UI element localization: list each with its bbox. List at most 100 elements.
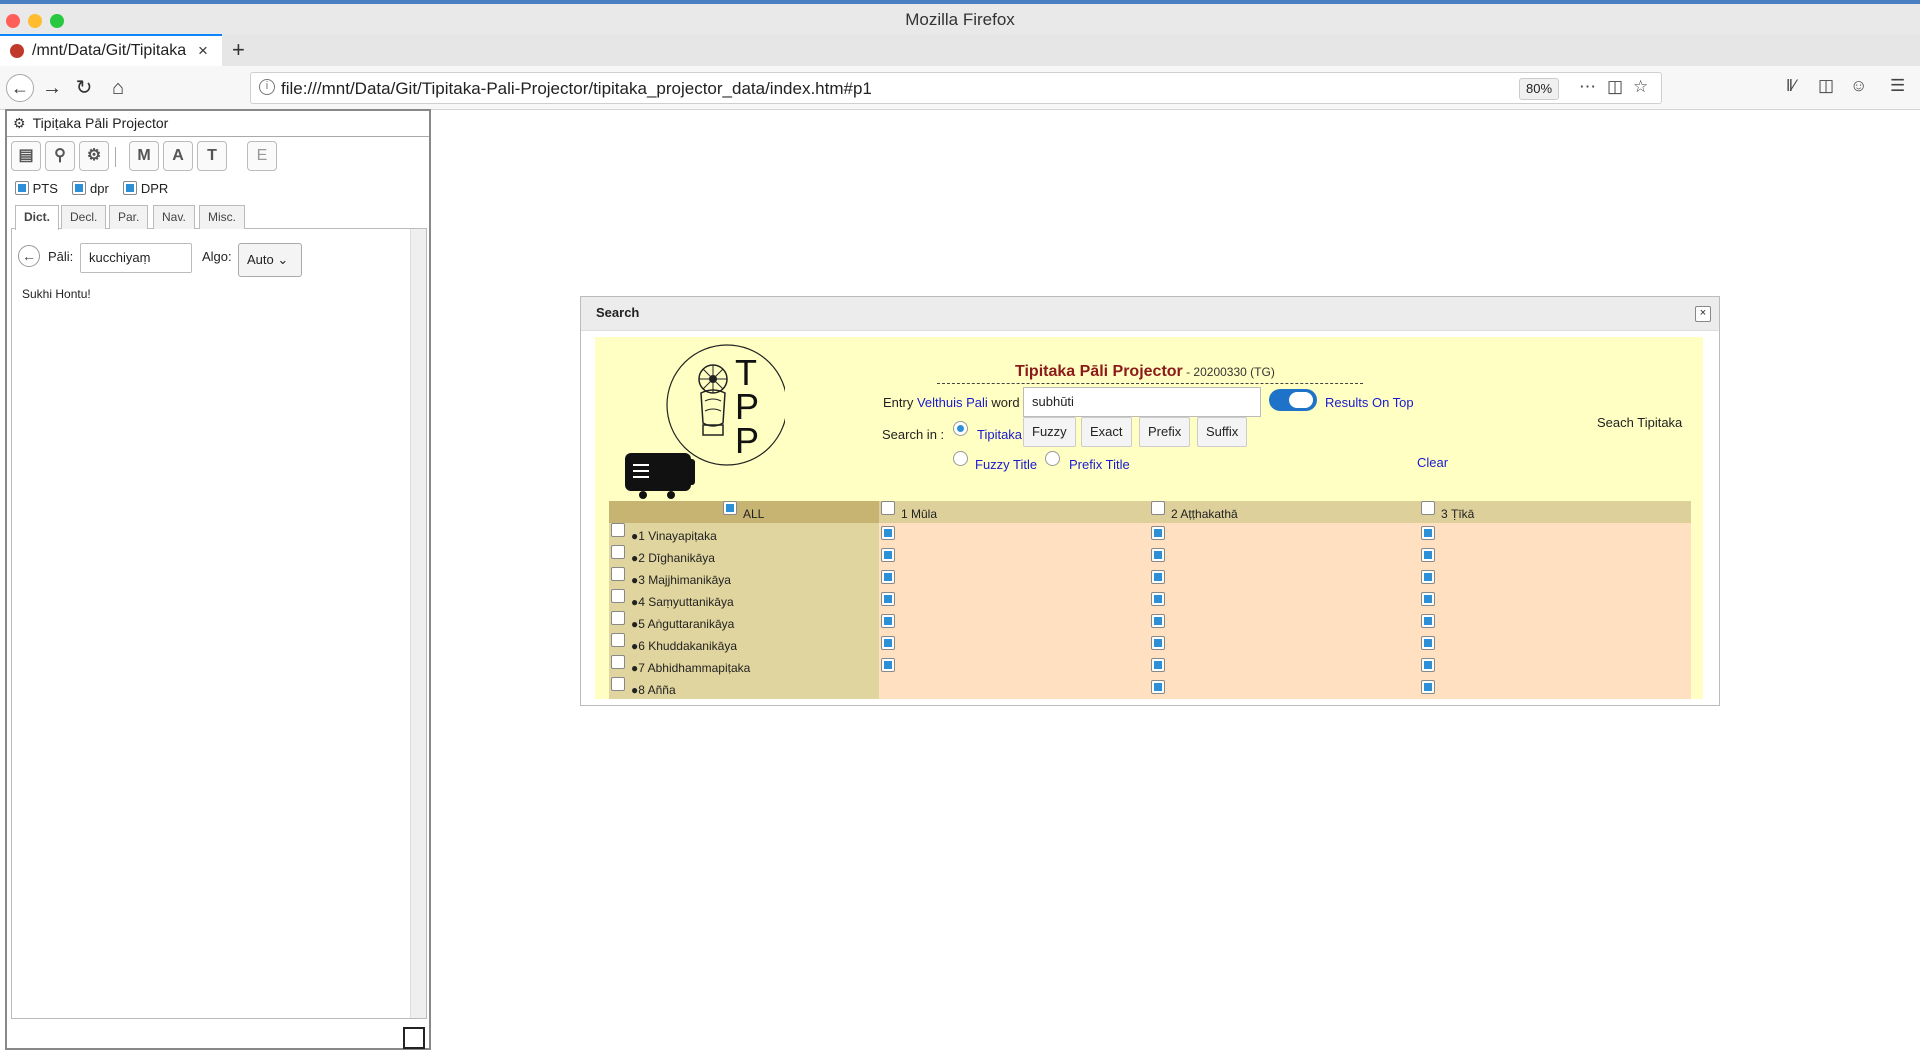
atthakatha-checkbox[interactable] <box>1151 526 1165 540</box>
tab-dict[interactable]: Dict. <box>15 205 60 230</box>
header-cell-atthakatha: 2 Aṭṭhakathā <box>1149 501 1419 523</box>
tika-column-checkbox[interactable] <box>1421 501 1435 515</box>
site-info-icon[interactable]: i <box>259 79 275 95</box>
mula-checkbox[interactable] <box>881 548 895 562</box>
t-button[interactable]: T <box>197 141 227 171</box>
new-tab-button[interactable]: + <box>232 37 245 63</box>
row-checkbox[interactable] <box>611 589 625 603</box>
app-title-text: Tipitaka Pāli Projector <box>1015 363 1183 380</box>
atthakatha-column-checkbox[interactable] <box>1151 501 1165 515</box>
algo-select[interactable]: Auto ⌄ <box>238 243 302 277</box>
account-icon[interactable]: ☺ <box>1850 76 1867 96</box>
tika-checkbox[interactable] <box>1421 636 1435 650</box>
tab-misc[interactable]: Misc. <box>199 205 245 229</box>
back-button[interactable]: ← <box>6 74 34 102</box>
tipitaka-label[interactable]: Tipitaka <box>977 427 1022 442</box>
zoom-level[interactable]: 80% <box>1519 78 1560 100</box>
search-word-input[interactable]: subhūti <box>1023 387 1261 417</box>
mula-column-checkbox[interactable] <box>881 501 895 515</box>
results-on-top-toggle[interactable] <box>1269 389 1317 411</box>
tab-par[interactable]: Par. <box>109 205 149 229</box>
atthakatha-checkbox[interactable] <box>1151 658 1165 672</box>
prefix-button[interactable]: Prefix <box>1139 417 1191 447</box>
results-on-top-label[interactable]: Results On Top <box>1325 395 1414 410</box>
row-checkbox[interactable] <box>611 567 625 581</box>
tika-checkbox[interactable] <box>1421 548 1435 562</box>
row-checkbox[interactable] <box>611 611 625 625</box>
row-checkbox[interactable] <box>611 633 625 647</box>
atthakatha-checkbox[interactable] <box>1151 680 1165 694</box>
atthakatha-checkbox[interactable] <box>1151 592 1165 606</box>
dialog-title: Search <box>581 297 1719 331</box>
url-bar[interactable]: i file:///mnt/Data/Git/Tipitaka-Pali-Pro… <box>250 72 1662 104</box>
app-version: - 20200330 (TG) <box>1182 365 1275 379</box>
mula-checkbox[interactable] <box>881 658 895 672</box>
row-checkbox[interactable] <box>611 655 625 669</box>
tab-nav[interactable]: Nav. <box>153 205 195 229</box>
velthuis-link[interactable]: Velthuis Pali <box>917 395 988 410</box>
search-icon[interactable]: ⚲ <box>45 141 75 171</box>
dialog-close-icon[interactable]: × <box>1695 306 1711 322</box>
dpr-upper-checkbox[interactable] <box>123 181 138 195</box>
browser-tab[interactable]: /mnt/Data/Git/Tipitaka × <box>0 34 222 66</box>
url-text[interactable]: file:///mnt/Data/Git/Tipitaka-Pali-Proje… <box>281 79 872 99</box>
title-divider <box>937 383 1363 384</box>
menu-icon[interactable]: ☰ <box>1890 76 1905 96</box>
tab-decl[interactable]: Decl. <box>61 205 107 229</box>
toolbar-divider <box>115 147 116 167</box>
atthakatha-checkbox[interactable] <box>1151 636 1165 650</box>
bookmark-star-icon[interactable]: ☆ <box>1633 77 1648 97</box>
atthakatha-checkbox[interactable] <box>1151 614 1165 628</box>
pocket-icon[interactable]: ◫ <box>1607 77 1623 97</box>
dictionary-scrollbar[interactable] <box>410 229 426 1018</box>
m-button[interactable]: M <box>129 141 159 171</box>
books-icon[interactable]: ▤ <box>11 141 41 171</box>
mula-checkbox[interactable] <box>881 592 895 606</box>
atthakatha-checkbox[interactable] <box>1151 570 1165 584</box>
exact-button[interactable]: Exact <box>1081 417 1132 447</box>
page-actions-icon[interactable]: ⋯ <box>1579 77 1596 97</box>
settings-gear-icon[interactable]: ⚙ <box>79 141 109 171</box>
sidebar-header: ⚙ Tipiṭaka Pāli Projector <box>7 111 429 137</box>
fuzzy-title-label[interactable]: Fuzzy Title <box>975 457 1037 472</box>
fuzzy-button[interactable]: Fuzzy <box>1023 417 1076 447</box>
pts-checkbox[interactable] <box>15 181 29 195</box>
prefix-title-label[interactable]: Prefix Title <box>1069 457 1130 472</box>
all-checkbox[interactable] <box>723 501 737 515</box>
pali-input[interactable]: kucchiyaṃ <box>80 243 192 273</box>
prefix-title-radio[interactable] <box>1045 451 1060 466</box>
algo-label: Algo: <box>202 249 232 264</box>
tika-checkbox[interactable] <box>1421 570 1435 584</box>
mula-checkbox[interactable] <box>881 570 895 584</box>
mula-checkbox[interactable] <box>881 614 895 628</box>
resize-handle-icon[interactable] <box>403 1027 425 1049</box>
fuzzy-title-radio[interactable] <box>953 451 968 466</box>
greeting-text: Sukhi Hontu! <box>22 287 91 301</box>
reload-button[interactable]: ↻ <box>70 74 98 102</box>
suffix-button[interactable]: Suffix <box>1197 417 1248 447</box>
mula-checkbox[interactable] <box>881 526 895 540</box>
dpr-lower-checkbox[interactable] <box>72 181 87 195</box>
sidebar-toggle-icon[interactable]: ◫ <box>1818 76 1834 96</box>
tika-checkbox[interactable] <box>1421 658 1435 672</box>
back-arrow-icon[interactable]: ← <box>18 245 40 267</box>
row-checkbox[interactable] <box>611 545 625 559</box>
row-label: ●4 Saṃyuttanikāya <box>631 595 734 609</box>
library-icon[interactable]: ‖⁄ <box>1786 76 1796 96</box>
e-button[interactable]: E <box>247 141 277 171</box>
tika-checkbox[interactable] <box>1421 592 1435 606</box>
mula-checkbox[interactable] <box>881 636 895 650</box>
row-checkbox[interactable] <box>611 523 625 537</box>
a-button[interactable]: A <box>163 141 193 171</box>
tab-close-icon[interactable]: × <box>198 41 208 61</box>
tipitaka-radio[interactable] <box>953 421 968 436</box>
tika-checkbox[interactable] <box>1421 614 1435 628</box>
tika-checkbox[interactable] <box>1421 680 1435 694</box>
projector-sidebar: ⚙ Tipiṭaka Pāli Projector ▤ ⚲ ⚙ M A T E … <box>5 109 431 1050</box>
atthakatha-checkbox[interactable] <box>1151 548 1165 562</box>
home-button[interactable]: ⌂ <box>104 74 132 102</box>
row-checkbox[interactable] <box>611 677 625 691</box>
forward-button[interactable]: → <box>38 74 66 102</box>
tika-checkbox[interactable] <box>1421 526 1435 540</box>
clear-link[interactable]: Clear <box>1417 455 1448 470</box>
